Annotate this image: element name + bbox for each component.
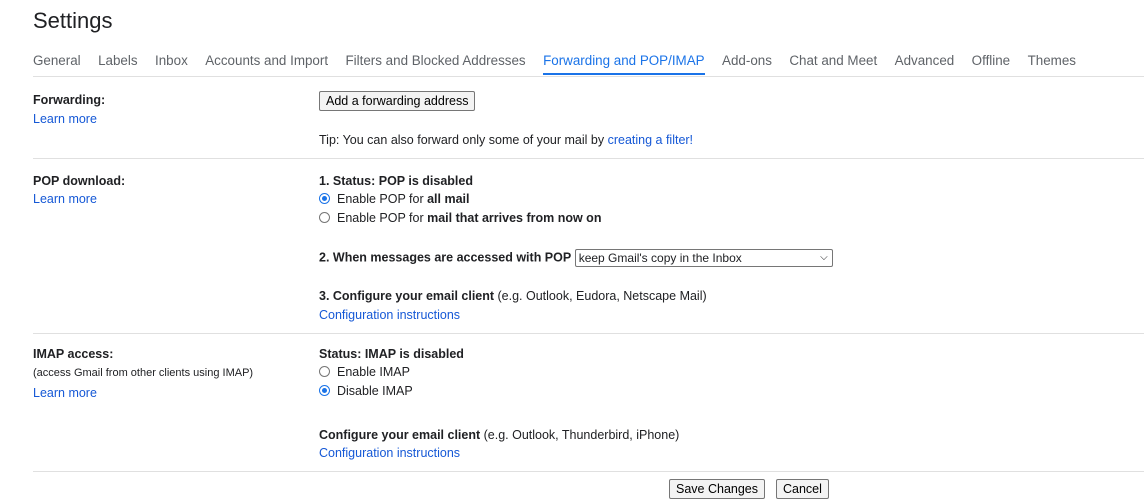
forwarding-learn-more-link[interactable]: Learn more — [33, 112, 97, 126]
radio-unselected-icon[interactable] — [319, 212, 330, 223]
pop-configuration-instructions-link[interactable]: Configuration instructions — [319, 308, 460, 322]
imap-configure: Configure your email client (e.g. Outloo… — [319, 428, 679, 442]
pop-learn-more-link[interactable]: Learn more — [33, 192, 97, 206]
cancel-button[interactable]: Cancel — [776, 479, 829, 499]
radio-selected-icon[interactable] — [319, 385, 330, 396]
forwarding-tip: Tip: You can also forward only some of y… — [319, 133, 693, 147]
imap-disable-label: Disable IMAP — [337, 384, 413, 398]
tab-forwarding-and-pop-imap[interactable]: Forwarding and POP/IMAP — [543, 49, 705, 75]
tab-themes[interactable]: Themes — [1028, 49, 1076, 73]
imap-configuration-instructions-link[interactable]: Configuration instructions — [319, 446, 460, 460]
pop-access-row: 2. When messages are accessed with POP k… — [319, 249, 833, 267]
imap-access-label: IMAP access: — [33, 347, 114, 361]
pop-configure-bold: 3. Configure your email client — [319, 289, 495, 303]
save-changes-button[interactable]: Save Changes — [669, 479, 766, 499]
tabs-divider — [33, 76, 1144, 77]
section-divider — [33, 471, 1144, 472]
pop-option-from-now-bold: mail that arrives from now on — [427, 211, 602, 225]
tab-offline[interactable]: Offline — [972, 49, 1010, 73]
forwarding-tip-text: Tip: You can also forward only some of y… — [319, 133, 608, 147]
pop-option-from-now[interactable]: Enable POP for mail that arrives from no… — [319, 211, 601, 225]
tab-filters-and-blocked-addresses[interactable]: Filters and Blocked Addresses — [346, 49, 526, 73]
pop-option-all-mail-prefix: Enable POP for — [337, 192, 428, 206]
imap-status: Status: IMAP is disabled — [319, 347, 464, 361]
section-divider — [33, 158, 1144, 159]
pop-access-select[interactable]: keep Gmail's copy in the Inbox ⌵ — [574, 249, 833, 267]
radio-selected-icon[interactable] — [319, 193, 330, 204]
imap-access-sub: (access Gmail from other clients using I… — [33, 367, 254, 379]
section-divider — [33, 333, 1144, 334]
imap-option-enable[interactable]: Enable IMAP — [319, 365, 410, 379]
imap-enable-label: Enable IMAP — [337, 365, 410, 379]
pop-option-all-mail[interactable]: Enable POP for all mail — [319, 192, 470, 206]
pop-configure: 3. Configure your email client (e.g. Out… — [319, 289, 707, 303]
tab-accounts-and-import[interactable]: Accounts and Import — [205, 49, 328, 73]
pop-access-select-value: keep Gmail's copy in the Inbox — [578, 251, 742, 265]
tab-chat-and-meet[interactable]: Chat and Meet — [789, 49, 877, 73]
pop-download-label: POP download: — [33, 174, 126, 188]
pop-configure-rest: (e.g. Outlook, Eudora, Netscape Mail) — [494, 289, 707, 303]
tab-inbox[interactable]: Inbox — [155, 49, 188, 73]
forwarding-label: Forwarding: — [33, 93, 106, 107]
tab-labels[interactable]: Labels — [98, 49, 137, 73]
pop-access-label: 2. When messages are accessed with POP — [319, 250, 572, 265]
settings-tabs: General Labels Inbox Accounts and Import… — [33, 49, 1144, 77]
imap-learn-more-link[interactable]: Learn more — [33, 386, 97, 400]
pop-status: 1. Status: POP is disabled — [319, 174, 473, 188]
imap-configure-rest: (e.g. Outlook, Thunderbird, iPhone) — [480, 428, 680, 442]
creating-filter-link[interactable]: creating a filter! — [608, 133, 693, 147]
tab-advanced[interactable]: Advanced — [895, 49, 955, 73]
tab-add-ons[interactable]: Add-ons — [722, 49, 772, 73]
tab-general[interactable]: General — [33, 49, 81, 73]
pop-option-all-mail-bold: all mail — [427, 192, 470, 206]
page-title: Settings — [33, 8, 113, 33]
add-forwarding-address-button[interactable]: Add a forwarding address — [319, 91, 476, 111]
imap-configure-bold: Configure your email client — [319, 428, 481, 442]
radio-unselected-icon[interactable] — [319, 366, 330, 377]
pop-option-from-now-prefix: Enable POP for — [337, 211, 428, 225]
chevron-down-icon: ⌵ — [820, 252, 828, 263]
imap-option-disable[interactable]: Disable IMAP — [319, 384, 413, 398]
